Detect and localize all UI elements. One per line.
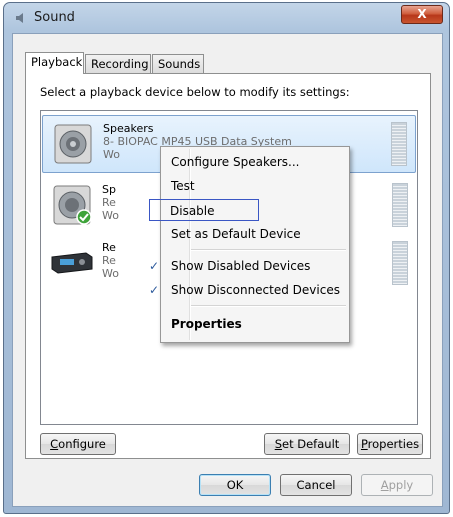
cancel-button[interactable]: Cancel bbox=[280, 474, 352, 496]
apply-label: pply bbox=[388, 478, 414, 492]
menu-item-show-disconnected[interactable]: ✓ Show Disconnected Devices bbox=[149, 279, 347, 301]
device-name: Sp bbox=[102, 183, 116, 196]
menu-item-label: Show Disabled Devices bbox=[171, 259, 311, 273]
receiver-icon bbox=[51, 252, 93, 274]
properties-accelerator: P bbox=[360, 437, 368, 451]
set-default-accelerator: S bbox=[274, 437, 283, 451]
close-icon: X bbox=[417, 7, 427, 21]
device-name: Speakers bbox=[103, 122, 154, 135]
properties-button[interactable]: Properties bbox=[357, 433, 423, 455]
menu-item-configure-speakers[interactable]: Configure Speakers... bbox=[163, 151, 347, 173]
configure-accelerator: C bbox=[50, 437, 59, 451]
menu-separator bbox=[191, 305, 346, 307]
menu-item-test[interactable]: Test bbox=[163, 175, 347, 197]
device-description: Re bbox=[102, 196, 116, 209]
menu-item-set-default[interactable]: Set as Default Device bbox=[163, 223, 347, 245]
tab-sounds[interactable]: Sounds bbox=[152, 54, 204, 73]
menu-item-label: Properties bbox=[171, 317, 242, 331]
menu-item-properties[interactable]: Properties bbox=[163, 313, 347, 335]
ok-button[interactable]: OK bbox=[199, 474, 271, 496]
window-title: Sound bbox=[34, 10, 75, 25]
volume-meter bbox=[391, 122, 407, 166]
configure-label: onfigure bbox=[58, 437, 106, 451]
device-name: Re bbox=[102, 241, 116, 254]
menu-item-label: Set as Default Device bbox=[171, 227, 301, 241]
tab-playback[interactable]: Playback bbox=[25, 52, 84, 74]
menu-item-label: Test bbox=[171, 179, 195, 193]
menu-item-label: Disable bbox=[170, 204, 215, 218]
checkmark-icon: ✓ bbox=[149, 283, 160, 297]
menu-item-label: Configure Speakers... bbox=[171, 155, 300, 169]
menu-item-show-disabled[interactable]: ✓ Show Disabled Devices bbox=[149, 255, 347, 277]
close-button[interactable]: X bbox=[401, 5, 443, 24]
volume-meter bbox=[392, 241, 408, 285]
title-bar[interactable]: Sound X bbox=[4, 3, 449, 33]
device-status: Wo bbox=[102, 267, 119, 280]
speaker-icon bbox=[54, 124, 92, 164]
menu-item-label: Show Disconnected Devices bbox=[171, 283, 340, 297]
speaker-default-icon bbox=[53, 185, 92, 225]
device-status: Wo bbox=[102, 209, 119, 222]
device-description: Re bbox=[102, 254, 116, 267]
menu-separator bbox=[191, 249, 346, 251]
instruction-text: Select a playback device below to modify… bbox=[40, 85, 350, 99]
device-status: Wo bbox=[103, 148, 120, 161]
checkmark-icon: ✓ bbox=[149, 259, 160, 273]
configure-button[interactable]: Configure bbox=[40, 433, 116, 455]
tab-recording[interactable]: Recording bbox=[85, 54, 151, 73]
properties-label: roperties bbox=[367, 437, 420, 451]
device-context-menu: Configure Speakers... Test Disable Set a… bbox=[149, 146, 350, 343]
volume-meter bbox=[392, 183, 408, 227]
sound-speaker-icon bbox=[16, 13, 23, 23]
menu-item-disable[interactable]: Disable bbox=[149, 199, 259, 221]
set-default-button[interactable]: Set Default bbox=[264, 433, 350, 455]
set-default-label: et Default bbox=[282, 437, 340, 451]
apply-accelerator: A bbox=[380, 478, 389, 492]
apply-button: Apply bbox=[361, 474, 433, 496]
